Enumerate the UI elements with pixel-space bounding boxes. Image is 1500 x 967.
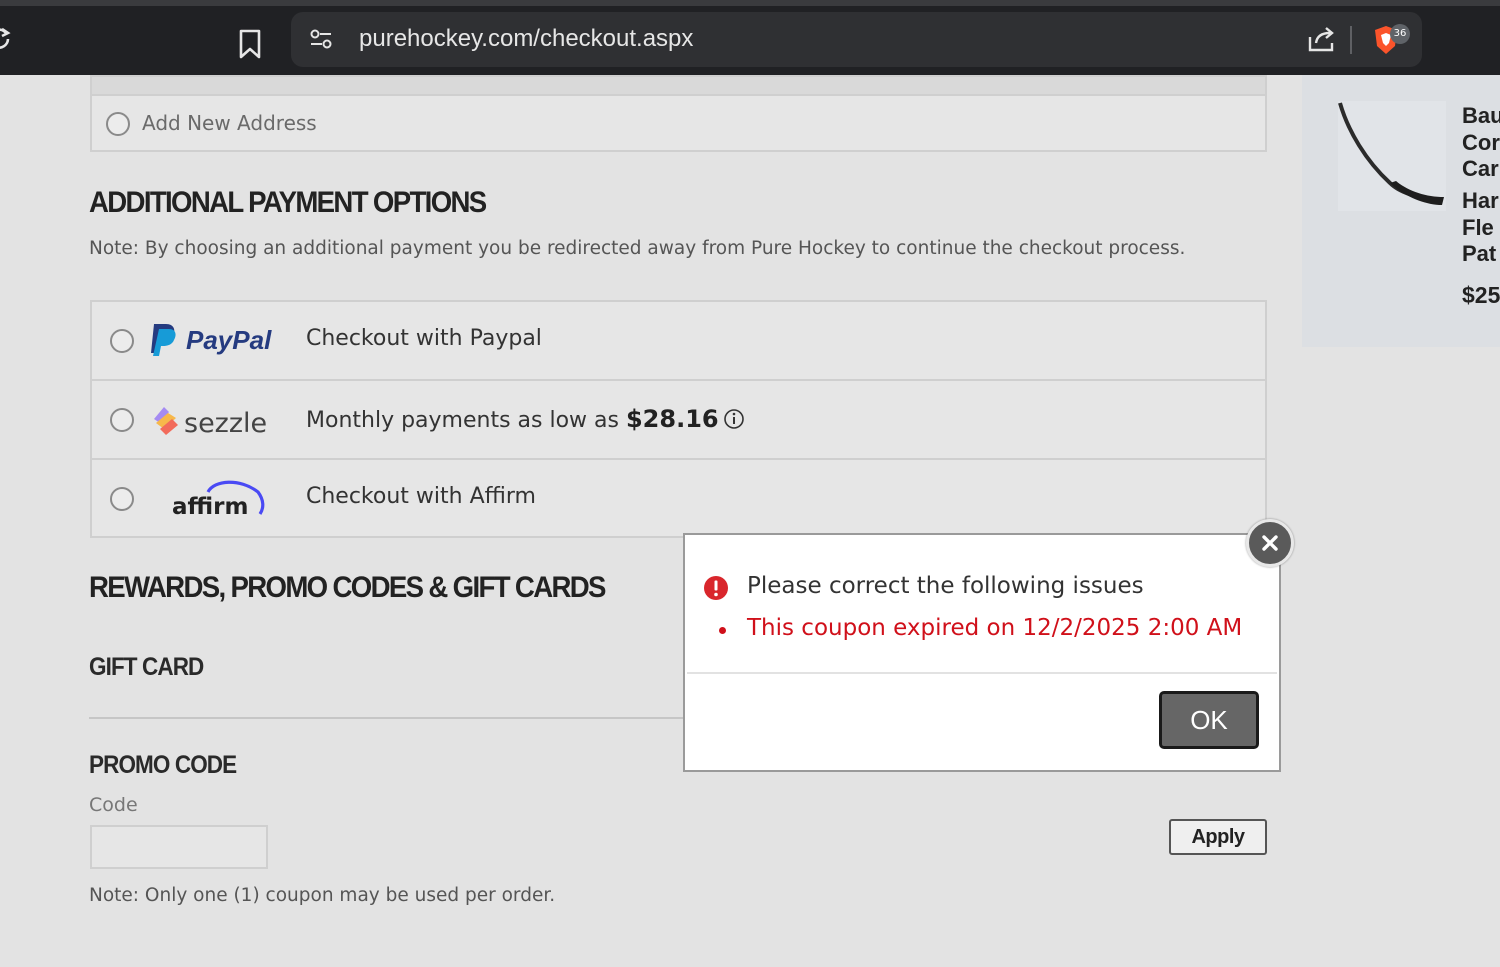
dialog-close-button[interactable]	[1246, 519, 1294, 567]
affirm-brand-text: affirm	[172, 494, 248, 520]
affirm-radio[interactable]	[110, 487, 134, 511]
previous-address-row	[92, 77, 1265, 96]
paypal-brand-text: PayPal	[186, 325, 272, 355]
payment-options-list: PayPal Checkout with Paypal sezzle Month…	[90, 300, 1267, 538]
affirm-label[interactable]: Checkout with Affirm	[306, 484, 536, 509]
paypal-logo: PayPal	[151, 324, 272, 356]
cart-item-details: Har Fle Pat	[1462, 188, 1499, 266]
payment-redirect-note: Note: By choosing an additional payment …	[89, 238, 1186, 259]
gift-card-heading[interactable]: GIFT CARD	[89, 653, 204, 682]
url-text[interactable]: purehockey.com/checkout.aspx	[359, 25, 693, 53]
dialog-title: Please correct the following issues	[747, 573, 1144, 599]
error-dialog: Please correct the following issues This…	[683, 533, 1281, 772]
cart-item-name[interactable]: Bau Cor Car	[1462, 103, 1500, 183]
affirm-option-row[interactable]: affirm Checkout with Affirm	[92, 460, 1265, 539]
error-alert-icon	[704, 576, 728, 600]
coupon-limit-note: Note: Only one (1) coupon may be used pe…	[89, 885, 556, 906]
sezzle-label-prefix: Monthly payments as low as	[306, 408, 619, 433]
promo-code-label: Code	[89, 794, 138, 816]
additional-payment-heading: ADDITIONAL PAYMENT OPTIONS	[89, 186, 487, 219]
add-new-address-label[interactable]: Add New Address	[142, 111, 317, 135]
sezzle-radio[interactable]	[110, 408, 134, 432]
affirm-logo: affirm	[172, 480, 265, 520]
info-icon[interactable]	[723, 408, 745, 430]
gift-card-divider	[89, 717, 683, 719]
sezzle-option-row[interactable]: sezzle Monthly payments as low as $28.16	[92, 381, 1265, 460]
browser-toolbar: purehockey.com/checkout.aspx 36	[0, 0, 1500, 75]
address-bar[interactable]: purehockey.com/checkout.aspx 36	[291, 12, 1422, 67]
share-icon[interactable]	[1307, 25, 1337, 53]
promo-code-heading: PROMO CODE	[89, 751, 237, 779]
sezzle-monthly-amount: $28.16	[625, 405, 719, 433]
order-summary-panel: Bau Cor Car Har Fle Pat $25	[1302, 75, 1500, 347]
close-icon	[1262, 535, 1278, 551]
sezzle-brand-text: sezzle	[184, 408, 267, 439]
sezzle-logo: sezzle	[154, 407, 267, 439]
site-settings-icon[interactable]	[309, 27, 333, 51]
coupon-expired-error: This coupon expired on 12/2/2025 2:00 AM	[747, 615, 1243, 641]
cart-item-price: $25	[1462, 282, 1500, 308]
add-new-address-radio[interactable]	[106, 112, 130, 136]
brave-shield-count-badge: 36	[1390, 24, 1410, 44]
toolbar-divider	[1350, 26, 1352, 54]
paypal-label[interactable]: Checkout with Paypal	[306, 326, 542, 351]
paypal-option-row[interactable]: PayPal Checkout with Paypal	[92, 302, 1265, 381]
paypal-radio[interactable]	[110, 329, 134, 353]
hockey-stick-image[interactable]	[1338, 101, 1446, 211]
bookmark-icon[interactable]	[236, 28, 264, 60]
error-bullet	[719, 627, 726, 634]
ok-button[interactable]: OK	[1159, 691, 1259, 749]
reload-icon[interactable]	[0, 26, 12, 52]
apply-button[interactable]: Apply	[1169, 819, 1267, 855]
promo-code-input[interactable]	[90, 825, 268, 869]
dialog-divider	[687, 672, 1277, 674]
rewards-heading: REWARDS, PROMO CODES & GIFT CARDS	[89, 571, 606, 604]
sezzle-label[interactable]: Monthly payments as low as $28.16	[306, 405, 745, 433]
address-options-box: Add New Address	[90, 75, 1267, 152]
